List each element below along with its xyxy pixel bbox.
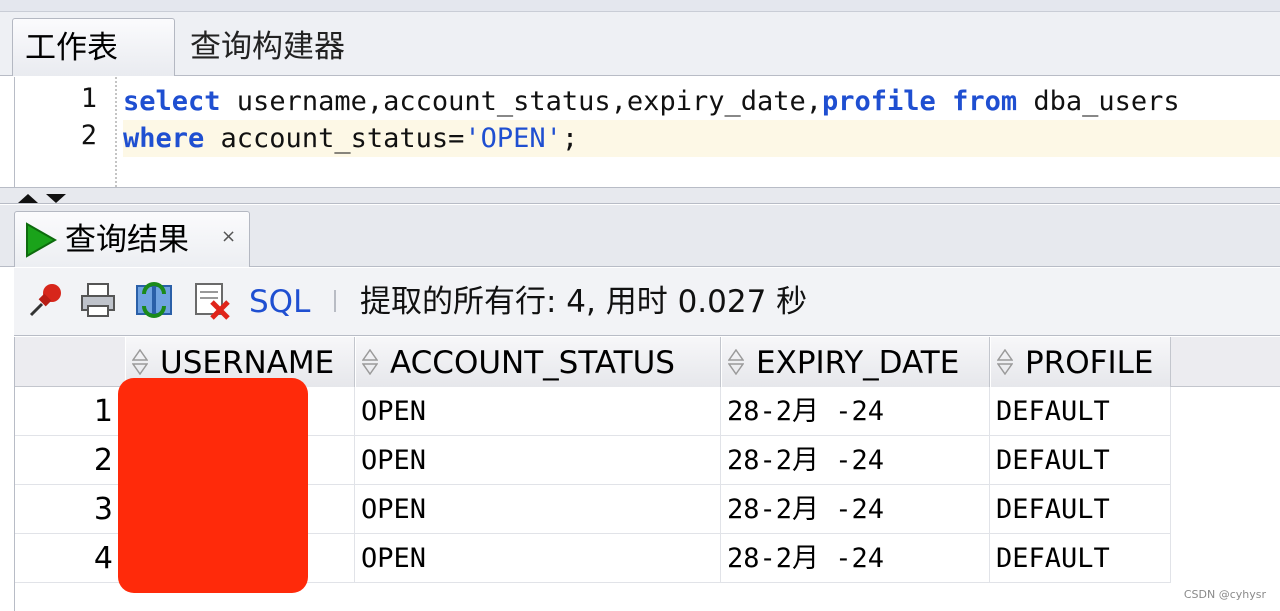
tab-query-builder[interactable]: 查询构建器 [178,18,357,76]
fetch-status: 提取的所有行: 4, 用时 0.027 秒 [360,284,808,320]
row-number: 1 [93,394,113,429]
code-token: profile [822,86,936,117]
code-token: username,account_status,expiry_date, [220,86,822,117]
cell-account-status[interactable]: OPEN [355,436,721,485]
code-line-current[interactable]: where account_status='OPEN'; [123,120,1280,157]
row-number: 4 [93,541,113,576]
toolbar-separator [334,290,336,312]
cell-account-status[interactable]: OPEN [355,534,721,583]
tab-query-results[interactable]: 查询结果 × [14,211,250,267]
line-number-gutter: 1 2 [15,77,115,187]
cell-account-status[interactable]: OPEN [355,485,721,534]
sort-icon[interactable] [362,349,378,375]
cell-profile[interactable]: DEFAULT [990,485,1171,534]
column-header-label: ACCOUNT_STATUS [390,345,675,381]
code-token: where [123,123,205,154]
line-number: 2 [80,120,97,151]
cell-profile[interactable]: DEFAULT [990,436,1171,485]
expand-up-icon[interactable] [18,194,38,203]
line-number: 1 [80,83,97,114]
column-header-label: PROFILE [1025,345,1154,381]
cell-expiry-date[interactable]: 28-2月 -24 [721,387,990,436]
column-header-profile[interactable]: PROFILE [990,337,1171,387]
sql-editor[interactable]: 1 2 select username,account_status,expir… [14,77,1280,187]
code-token: 'OPEN' [464,123,562,154]
results-tab-label: 查询结果 [65,222,189,258]
print-icon[interactable] [78,280,118,320]
code-token: from [952,86,1018,117]
code-token: ; [561,123,579,154]
code-token: account_status= [204,123,465,154]
pane-splitter[interactable] [0,187,1280,204]
run-icon [26,222,58,258]
cell-expiry-date[interactable]: 28-2月 -24 [721,436,990,485]
results-tabbar: 查询结果 × [0,205,1280,267]
code-line[interactable]: select username,account_status,expiry_da… [123,83,1280,120]
column-header-account-status[interactable]: ACCOUNT_STATUS [355,337,721,387]
code-token: select [123,86,221,117]
editor-tabbar: 工作表 查询构建器 [0,12,1280,76]
refresh-icon[interactable] [134,280,174,320]
code-token: dba_users [1017,86,1180,117]
cell-expiry-date[interactable]: 28-2月 -24 [721,485,990,534]
sort-icon[interactable] [997,349,1013,375]
pin-icon[interactable] [26,280,66,320]
cell-profile[interactable]: DEFAULT [990,387,1171,436]
watermark: CSDN @cyhysr [1183,588,1266,601]
sort-icon[interactable] [728,349,744,375]
sql-button[interactable]: SQL [249,282,310,322]
redaction-mark [118,378,308,593]
collapse-down-icon[interactable] [46,194,66,203]
results-toolbar: SQL 提取的所有行: 4, 用时 0.027 秒 [14,268,1280,336]
close-icon[interactable]: × [221,226,236,247]
column-header-expiry-date[interactable]: EXPIRY_DATE [721,337,990,387]
sort-icon[interactable] [132,349,148,375]
delete-icon[interactable] [192,280,232,320]
row-number: 3 [93,492,113,527]
tab-worksheet[interactable]: 工作表 [12,18,175,76]
column-header-label: EXPIRY_DATE [756,345,960,381]
gutter-divider [115,77,117,187]
cell-profile[interactable]: DEFAULT [990,534,1171,583]
row-number: 2 [93,443,113,478]
window-top-strip [0,0,1280,12]
cell-account-status[interactable]: OPEN [355,387,721,436]
cell-expiry-date[interactable]: 28-2月 -24 [721,534,990,583]
